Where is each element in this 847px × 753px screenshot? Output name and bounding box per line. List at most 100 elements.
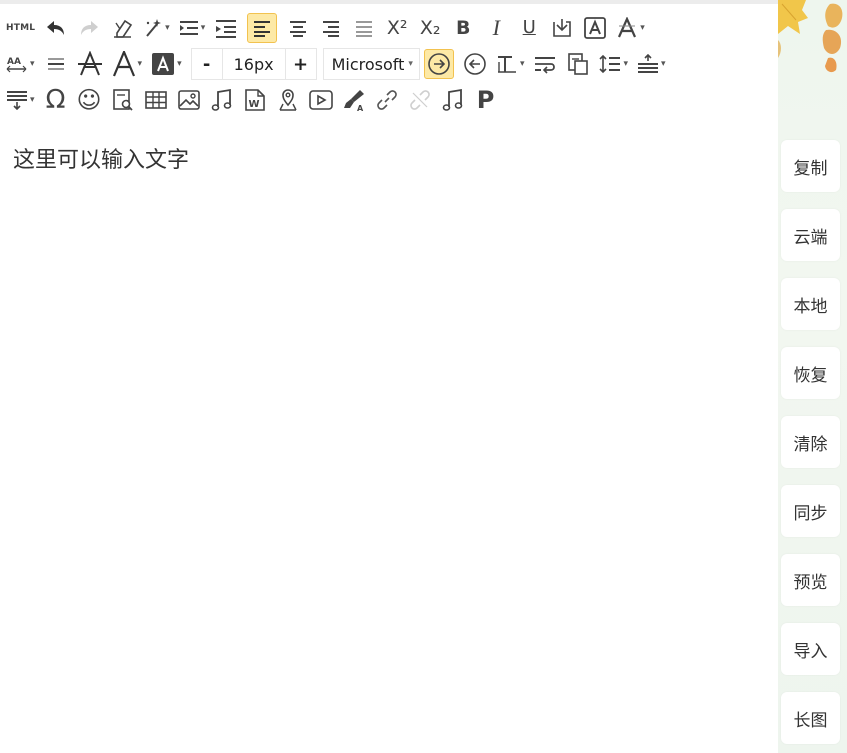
special-char-button[interactable]: Ω (44, 85, 68, 115)
text-indent-button[interactable]: ▾ (496, 49, 525, 79)
bold-button[interactable]: B (451, 13, 475, 43)
italic-button[interactable]: I (484, 13, 508, 43)
format-painter-button[interactable]: ▾ (143, 13, 170, 43)
paragraph-spacing-icon (216, 20, 237, 38)
indent-dropdown-button[interactable]: ▾ (179, 13, 206, 43)
sidebar-item-long-image[interactable]: 长图 (781, 692, 840, 744)
letter-spacing-button[interactable]: AA ▾ (6, 49, 35, 79)
redo-button[interactable] (77, 13, 101, 43)
font-size-decrease-button[interactable]: - (192, 49, 222, 79)
strike-text-button[interactable] (77, 49, 103, 79)
music-note-icon (442, 88, 462, 111)
insert-table-button[interactable] (144, 85, 168, 115)
paragraph-spacing-after-button[interactable]: ▾ (6, 85, 35, 115)
html-source-button[interactable]: HTML (6, 13, 35, 43)
strike-a-icon (77, 51, 102, 76)
text-outline-icon (618, 17, 637, 38)
editor-pane[interactable]: HTML ▾ ▾ X² X₂ B I U ▾ AA ▾ ▾ ▾ - 16px +… (0, 4, 778, 753)
sidebar-item-copy[interactable]: 复制 (781, 140, 840, 192)
font-size-input[interactable]: 16px (221, 49, 286, 79)
chevron-down-icon: ▾ (623, 58, 628, 69)
background-music-button[interactable] (441, 85, 465, 115)
chevron-down-icon: ▾ (200, 22, 206, 33)
align-left-button[interactable] (247, 13, 278, 43)
text-box-icon (584, 17, 607, 39)
subscript-button[interactable]: X₂ (418, 13, 442, 43)
paragraph-button[interactable]: P (474, 85, 498, 115)
font-size-increase-button[interactable]: + (286, 49, 316, 79)
text-box-button[interactable] (583, 13, 607, 43)
sidebar-item-restore[interactable]: 恢复 (781, 347, 840, 399)
insert-map-button[interactable] (276, 85, 300, 115)
insert-link-button[interactable] (375, 85, 399, 115)
line-spacing-button[interactable] (214, 13, 238, 43)
background-color-button[interactable]: ▾ (151, 49, 182, 79)
undo-button[interactable] (44, 13, 68, 43)
sidebar-item-import[interactable]: 导入 (781, 623, 840, 675)
clear-format-button[interactable] (110, 13, 134, 43)
insert-word-button[interactable]: W (243, 85, 267, 115)
insert-music-button[interactable] (210, 85, 234, 115)
font-color-button[interactable]: ▾ (112, 49, 143, 79)
chevron-down-icon: ▾ (661, 58, 666, 69)
link-icon (376, 90, 397, 110)
magic-wand-icon (146, 19, 162, 37)
insert-video-button[interactable] (308, 85, 333, 115)
paragraph-spacing-before-button[interactable]: ▾ (637, 49, 666, 79)
eraser-icon (114, 19, 133, 38)
sidebar-item-cloud[interactable]: 云端 (781, 209, 840, 261)
superscript-button[interactable]: X² (385, 13, 409, 43)
underline-button[interactable]: U (517, 13, 541, 43)
emoji-button[interactable]: ☺ (77, 85, 102, 115)
sidebar-item-clear[interactable]: 清除 (781, 416, 840, 468)
unlink-icon (409, 90, 430, 110)
chevron-down-icon: ▾ (30, 58, 35, 69)
insert-box-button[interactable] (550, 13, 574, 43)
align-right-icon (323, 21, 340, 37)
direction-ltr-button[interactable] (423, 49, 454, 79)
music-note-icon (211, 88, 231, 111)
direction-rtl-button[interactable] (463, 49, 487, 79)
toolbar-row-1: HTML ▾ ▾ X² X₂ B I U ▾ (6, 10, 772, 46)
strikethrough-line-button[interactable] (44, 49, 68, 79)
search-replace-button[interactable] (111, 85, 135, 115)
brush-format-button[interactable]: A (342, 85, 366, 115)
chevron-down-icon: ▾ (408, 59, 413, 69)
editor-content[interactable]: 这里可以输入文字 (13, 142, 189, 174)
word-wrap-button[interactable] (533, 49, 557, 79)
line-height-icon (599, 54, 621, 74)
svg-text:W: W (248, 99, 259, 110)
indent-icon (179, 21, 198, 35)
chevron-down-icon: ▾ (137, 58, 143, 69)
line-height-button[interactable]: ▾ (599, 49, 628, 79)
text-effects-button[interactable]: ▾ (616, 13, 645, 43)
box-arrow-icon (553, 19, 572, 37)
map-pin-icon (278, 89, 297, 111)
align-justify-icon (356, 21, 373, 37)
circle-arrow-left-icon (464, 53, 486, 75)
align-right-button[interactable] (319, 13, 343, 43)
sidebar-item-sync[interactable]: 同步 (781, 485, 840, 537)
align-justify-button[interactable] (352, 13, 376, 43)
font-family-select[interactable]: Microsoft ▾ (322, 48, 420, 80)
align-center-icon (290, 21, 307, 37)
align-center-button[interactable] (286, 13, 310, 43)
font-family-value: Microsoft (331, 54, 405, 74)
copy-format-button[interactable] (566, 49, 590, 79)
font-size-stepper: - 16px + (190, 48, 317, 80)
toolbar-row-2: AA ▾ ▾ ▾ - 16px + Microsoft ▾ ▾ ▾ ▾ (6, 46, 772, 82)
chevron-down-icon: ▾ (519, 58, 525, 69)
font-color-icon (112, 51, 135, 77)
unlink-button[interactable] (408, 85, 432, 115)
toolbar: HTML ▾ ▾ X² X₂ B I U ▾ AA ▾ ▾ ▾ - 16px +… (6, 10, 772, 118)
insert-image-button[interactable] (177, 85, 201, 115)
wrap-icon (535, 57, 556, 74)
spacing-down-icon (7, 91, 27, 110)
sidebar: 复制 云端 本地 恢复 清除 同步 预览 导入 长图 (778, 0, 847, 753)
sidebar-item-local[interactable]: 本地 (781, 278, 840, 330)
undo-icon (47, 21, 65, 35)
video-icon (308, 90, 333, 110)
sidebar-item-preview[interactable]: 预览 (781, 554, 840, 606)
word-document-icon: W (244, 89, 265, 111)
spacing-up-icon (638, 54, 658, 73)
